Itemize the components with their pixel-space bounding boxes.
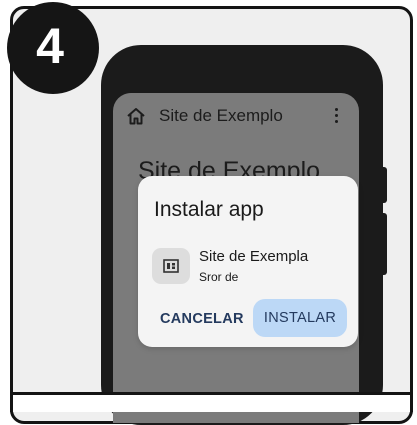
more-vert-icon[interactable]: [333, 108, 339, 126]
frame-bottom-edge: [0, 392, 417, 412]
app-name: Site de Exempla: [199, 248, 309, 265]
phone-side-button: [380, 167, 387, 203]
app-subtitle: Sror de: [199, 270, 239, 284]
install-button[interactable]: INSTALAR: [253, 299, 347, 337]
step-number: 4: [36, 18, 64, 74]
install-app-dialog: Instalar app Site de Exempla Sror de CAN…: [138, 176, 358, 347]
cancel-button[interactable]: CANCELAR: [152, 301, 252, 337]
browser-toolbar: Site de Exemplo: [113, 93, 359, 139]
step-number-badge: 4: [7, 2, 99, 94]
site-title: Site de Exemplo: [159, 106, 283, 125]
phone-volume-button: [380, 213, 387, 275]
dialog-title: Instalar app: [154, 198, 264, 221]
home-icon[interactable]: [126, 107, 146, 125]
app-grid-icon: [152, 248, 190, 284]
